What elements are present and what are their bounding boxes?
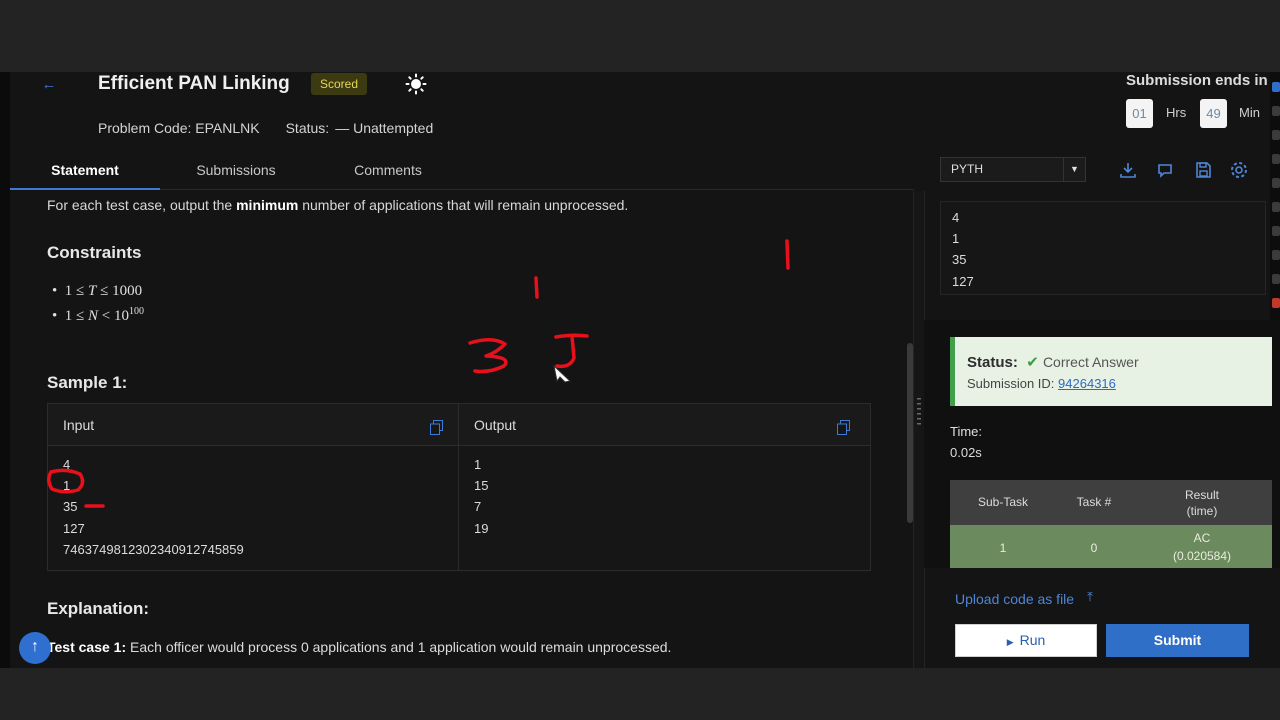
submit-button[interactable]: Submit <box>1106 624 1249 657</box>
problem-title: Efficient PAN Linking <box>98 73 290 94</box>
sample-input-header: Input <box>48 404 458 446</box>
explanation-text: Test case 1: Each officer would process … <box>47 639 672 655</box>
bottom-letterbox <box>0 668 1280 720</box>
problem-tabs: Statement Submissions Comments <box>10 154 914 190</box>
timer-hours-unit: Hrs <box>1166 105 1187 120</box>
upload-icon[interactable]: ⤒ <box>1082 589 1098 607</box>
tab-comments[interactable]: Comments <box>340 154 436 190</box>
timer-hours: 01 <box>1126 99 1153 128</box>
time-label: Time: <box>950 424 983 439</box>
scored-badge: Scored <box>311 73 368 95</box>
submission-status-box: Status: ✔ Correct Answer Submission ID: … <box>950 337 1272 406</box>
constraints-heading: Constraints <box>47 243 142 262</box>
sample-output-header: Output <box>459 404 870 446</box>
sample-table: Input 4 1 35 127 74637498123023409127458… <box>47 403 871 571</box>
time-value: 0.02s <box>950 445 982 460</box>
resize-grip-icon[interactable] <box>917 396 921 426</box>
timer-minutes-unit: Min <box>1239 105 1260 120</box>
scroll-to-top-button[interactable]: ↑ <box>19 632 51 664</box>
submission-id-link[interactable]: 94264316 <box>1058 376 1116 391</box>
chevron-down-icon: ▼ <box>1063 158 1085 181</box>
timer-minutes: 49 <box>1200 99 1227 128</box>
sample-input-label: Input <box>63 417 95 433</box>
table-row: 1 0 AC (0.020584) <box>950 525 1272 568</box>
check-icon: ✔ <box>1026 354 1039 371</box>
upload-code-link[interactable]: Upload code as file <box>955 591 1074 607</box>
reset-code-icon[interactable] <box>1155 160 1175 180</box>
explanation-heading: Explanation: <box>47 599 150 618</box>
sample-output-lines: 1 15 7 19 <box>474 457 489 536</box>
status-value: — Unattempted <box>335 120 434 136</box>
save-icon[interactable] <box>1193 160 1213 180</box>
back-arrow-icon[interactable]: ← <box>40 76 58 94</box>
sample-input-column: Input 4 1 35 127 74637498123023409127458… <box>48 404 459 570</box>
custom-input-area[interactable]: 4 1 35 127 <box>940 201 1266 295</box>
submission-ends-caption: Submission ends in <box>1126 72 1268 89</box>
theme-toggle-sun-icon[interactable] <box>405 73 427 95</box>
subtask-table: Sub-Task Task # Result (time) 1 0 AC (0.… <box>950 480 1272 568</box>
top-letterbox <box>0 0 1280 72</box>
submission-id-line: Submission ID: 94264316 <box>967 376 1116 391</box>
tab-statement[interactable]: Statement <box>10 154 160 190</box>
left-gutter <box>0 72 10 668</box>
table-header: Sub-Task Task # Result (time) <box>950 480 1272 525</box>
output-description: For each test case, output the minimum n… <box>47 197 629 213</box>
status-label: Status: <box>285 120 330 136</box>
copy-input-icon[interactable] <box>430 420 443 435</box>
tab-submissions[interactable]: Submissions <box>186 154 286 190</box>
problem-meta: Problem Code: EPANLNK Status: — Unattempte… <box>98 120 459 136</box>
statement-panel: For each test case, output the minimum n… <box>10 191 914 668</box>
constraint-item: • 1 ≤ N < 10100 <box>52 306 144 324</box>
sample-output-label: Output <box>474 417 517 433</box>
sample-output-column: Output 1 15 7 19 <box>459 404 870 570</box>
problem-code: Problem Code: EPANLNK <box>98 120 260 136</box>
settings-gear-icon[interactable] <box>1229 160 1249 180</box>
constraint-item: • 1 ≤ T ≤ 1000 <box>52 283 143 299</box>
play-icon: ▶ <box>1006 637 1014 647</box>
arrow-up-icon: ↑ <box>31 638 39 655</box>
download-icon[interactable] <box>1118 160 1138 180</box>
run-button[interactable]: ▶ Run <box>955 624 1097 657</box>
language-select[interactable]: PYTH ▼ <box>940 157 1086 182</box>
status-line: Status: ✔ Correct Answer <box>967 354 1139 371</box>
copy-output-icon[interactable] <box>837 420 850 435</box>
sample-input-lines: 4 1 35 127 746374981230234091274585​9 <box>63 457 244 557</box>
sample-heading: Sample 1: <box>47 373 128 392</box>
